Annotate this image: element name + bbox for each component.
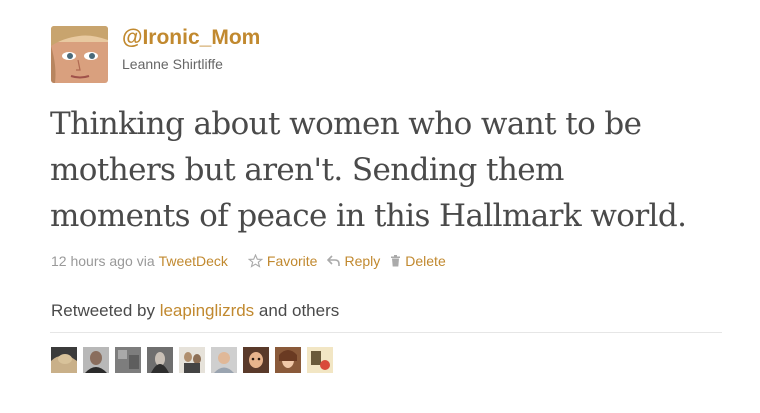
tweet-text-line: mothers but aren't. Sending them — [50, 152, 564, 188]
retweeter-avatar-icon[interactable] — [243, 347, 269, 373]
timestamp-link[interactable]: 12 hours ago — [51, 252, 133, 270]
delete-button[interactable]: Delete — [390, 252, 446, 270]
favorite-label: Favorite — [266, 253, 318, 269]
tweet-meta: 12 hours ago via TweetDeck Favorite Repl… — [51, 252, 446, 270]
trash-icon — [390, 255, 401, 267]
reply-button[interactable]: Reply — [327, 252, 380, 270]
tweet-text: Thinking about women who want to be moth… — [50, 101, 740, 239]
retweeter-avatar-icon[interactable] — [307, 347, 333, 373]
star-icon — [247, 253, 264, 268]
retweeter-avatar-icon[interactable] — [115, 347, 141, 373]
reply-arrow-icon — [327, 255, 341, 267]
screen-name-link[interactable]: @Ironic_Mom — [122, 25, 260, 51]
retweeted-by-prefix: Retweeted by — [51, 301, 155, 320]
tweet-text-line: moments of peace in this Hallmark world. — [50, 198, 687, 234]
divider — [50, 332, 722, 333]
source-link[interactable]: TweetDeck — [159, 252, 228, 270]
retweeter-link[interactable]: leapinglizrds — [160, 301, 255, 320]
retweeter-avatar-icon[interactable] — [179, 347, 205, 373]
delete-label: Delete — [405, 253, 446, 269]
user-avatar-icon[interactable] — [51, 26, 108, 83]
retweeter-avatar-icon[interactable] — [51, 347, 77, 373]
favorite-button[interactable]: Favorite — [247, 252, 318, 270]
retweeter-avatar-icon[interactable] — [83, 347, 109, 373]
full-name: Leanne Shirtliffe — [122, 56, 223, 72]
reply-label: Reply — [344, 253, 381, 269]
tweet-card: @Ironic_Mom Leanne Shirtliffe Thinking a… — [0, 0, 760, 413]
retweeter-avatar-icon[interactable] — [275, 347, 301, 373]
retweeter-avatar-icon[interactable] — [147, 347, 173, 373]
retweeter-avatar-icon[interactable] — [211, 347, 237, 373]
via-label: via — [136, 253, 155, 269]
retweeted-by-suffix: and others — [258, 301, 340, 320]
tweet-text-line: Thinking about women who want to be — [50, 106, 642, 142]
retweeted-by: Retweeted by leapinglizrds and others — [51, 300, 339, 322]
retweeter-avatars — [51, 347, 339, 373]
